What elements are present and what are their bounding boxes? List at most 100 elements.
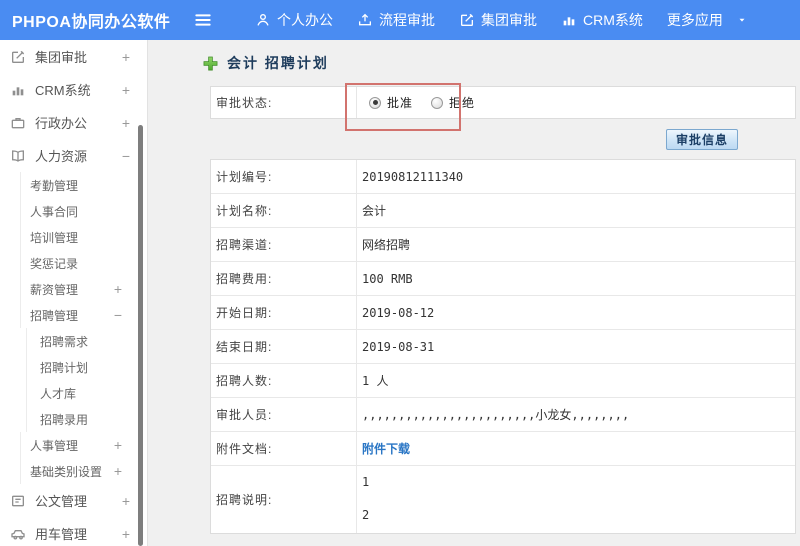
sidebar-item[interactable]: 人力资源 − [0, 139, 147, 172]
expand-toggle-icon[interactable]: + [122, 83, 130, 97]
expand-toggle-icon[interactable]: + [122, 527, 130, 541]
field-label: 结束日期: [211, 330, 357, 363]
approval-options: 批准 拒绝 [357, 87, 795, 118]
sidebar-item[interactable]: 奖惩记录 [20, 250, 147, 276]
radio-option[interactable]: 拒绝 [431, 94, 475, 111]
field-value-text: ,,,,,,,,,,,,,,,,,,,,,,,,小龙女,,,,,,,, [362, 408, 630, 422]
sidebar-item[interactable]: CRM系统 + [0, 73, 147, 106]
field-value-text: 会计 [362, 204, 387, 218]
field-label: 招聘渠道: [211, 228, 357, 261]
sidebar-item-label: 人才库 [40, 386, 77, 401]
nav-item[interactable]: 流程审批 [357, 10, 435, 30]
sidebar-item-label: 奖惩记录 [30, 256, 79, 271]
sidebar-scrollbar[interactable] [138, 125, 143, 546]
radio-icon [431, 96, 444, 109]
sidebar-item[interactable]: 公文管理 + [0, 484, 147, 517]
field-row: 开始日期: 2019-08-12 [211, 296, 795, 330]
field-value: 20190812111340 [357, 160, 795, 193]
approval-info-button[interactable]: 审批信息 [665, 128, 738, 150]
sidebar-item[interactable]: 用车管理 + [0, 517, 147, 546]
compose-icon [10, 49, 26, 65]
hamburger-menu-icon[interactable] [193, 10, 213, 30]
expand-toggle-icon[interactable]: + [122, 50, 130, 64]
sidebar-item-label: 薪资管理 [30, 282, 79, 297]
field-row: 招聘费用: 100 RMB [211, 262, 795, 296]
sidebar-item-label: 招聘录用 [40, 412, 89, 427]
caret-down-icon [737, 15, 747, 25]
sidebar-item[interactable]: 人才库 [26, 380, 147, 406]
field-value-line: 2 [362, 508, 370, 522]
expand-toggle-icon[interactable]: + [114, 282, 122, 296]
sidebar-item[interactable]: 招聘录用 [26, 406, 147, 432]
radio-option-label: 拒绝 [449, 96, 476, 110]
expand-toggle-icon[interactable]: + [114, 464, 122, 478]
field-value: 100 RMB [357, 262, 795, 295]
nav-item-label: 集团审批 [481, 12, 537, 28]
sidebar-item-label: 招聘管理 [30, 308, 79, 323]
sidebar-item-label: 用车管理 [35, 527, 88, 542]
field-label: 计划编号: [211, 160, 357, 193]
field-label: 招聘说明: [211, 466, 357, 533]
field-value-text: 1 人 [362, 374, 389, 388]
main-content: 会计 招聘计划 审批状态: 批准 拒绝 审批信息 计划编号: 20190812111… [148, 40, 800, 546]
sidebar-item[interactable]: 招聘管理 − [20, 302, 147, 328]
field-label: 招聘人数: [211, 364, 357, 397]
expand-toggle-icon[interactable]: − [122, 149, 130, 163]
field-row: 招聘说明: 1 2 [211, 466, 795, 533]
field-value: 1 人 [357, 364, 795, 397]
expand-toggle-icon[interactable]: + [122, 116, 130, 130]
radio-option[interactable]: 批准 [369, 94, 413, 111]
sidebar-item[interactable]: 考勤管理 [20, 172, 147, 198]
expand-toggle-icon[interactable]: + [122, 494, 130, 508]
approval-status-row: 审批状态: 批准 拒绝 [210, 86, 796, 119]
sidebar-item[interactable]: 招聘计划 [26, 354, 147, 380]
field-value-text: 2019-08-31 [362, 339, 435, 354]
approval-status-label: 审批状态: [211, 87, 357, 118]
sidebar-item-label: 考勤管理 [30, 178, 79, 193]
nav-item[interactable]: 更多应用 [667, 10, 747, 30]
nav-item[interactable]: 个人办公 [255, 10, 333, 30]
nav-item[interactable]: 集团审批 [459, 10, 537, 30]
nav-item[interactable]: CRM系统 [561, 10, 643, 30]
bar-chart-icon [10, 82, 26, 98]
field-row: 招聘渠道: 网络招聘 [211, 228, 795, 262]
field-value-text: 2019-08-12 [362, 305, 435, 320]
briefcase-icon [10, 115, 26, 131]
approval-status-section: 审批状态: 批准 拒绝 [210, 83, 796, 131]
expand-toggle-icon[interactable]: + [114, 438, 122, 452]
sidebar-item[interactable]: 集团审批 + [0, 40, 147, 73]
document-icon [10, 493, 26, 509]
sidebar-item-label: 人力资源 [35, 149, 88, 164]
sidebar-item-label: 招聘计划 [40, 360, 89, 375]
sidebar-item[interactable]: 培训管理 [20, 224, 147, 250]
app-logo: PHPOA协同办公软件 [12, 14, 171, 31]
field-row: 结束日期: 2019-08-31 [211, 330, 795, 364]
radio-option-label: 批准 [387, 96, 414, 110]
field-value-text: 100 RMB [362, 271, 413, 286]
field-value: 2019-08-31 [357, 330, 795, 363]
nav-item-label: 更多应用 [666, 12, 723, 28]
sidebar-item[interactable]: 基础类别设置 + [20, 458, 147, 484]
field-value-line: 1 [362, 475, 370, 489]
top-nav: 个人办公 流程审批 集团审批 CRM系统 更多应用 [255, 10, 747, 30]
radio-icon [369, 96, 381, 109]
submit-icon [357, 12, 373, 28]
field-label: 附件文档: [211, 432, 357, 465]
sidebar-item[interactable]: 行政办公 + [0, 106, 147, 139]
attachment-download-link[interactable]: 附件下载 [362, 440, 410, 457]
sidebar-item[interactable]: 招聘需求 [26, 328, 147, 354]
field-row: 审批人员: ,,,,,,,,,,,,,,,,,,,,,,,,小龙女,,,,,,,, [211, 398, 795, 432]
nav-item-label: CRM系统 [583, 12, 643, 28]
expand-toggle-icon[interactable]: − [114, 308, 122, 322]
detail-table: 计划编号: 20190812111340 计划名称: 会计 招聘渠道: 网络招聘 招聘费用:… [210, 159, 796, 534]
sidebar-item[interactable]: 人事合同 [20, 198, 147, 224]
sidebar-item-label: 基础类别设置 [30, 464, 103, 479]
sidebar-item[interactable]: 人事管理 + [20, 432, 147, 458]
sidebar-item[interactable]: 薪资管理 + [20, 276, 147, 302]
field-row: 计划编号: 20190812111340 [211, 160, 795, 194]
field-value-text: 网络招聘 [362, 238, 411, 252]
sidebar-item-label: 行政办公 [35, 116, 88, 131]
field-value: 会计 [357, 194, 795, 227]
sidebar-item-label: CRM系统 [35, 83, 91, 98]
field-value: 附件下载 [357, 432, 795, 465]
